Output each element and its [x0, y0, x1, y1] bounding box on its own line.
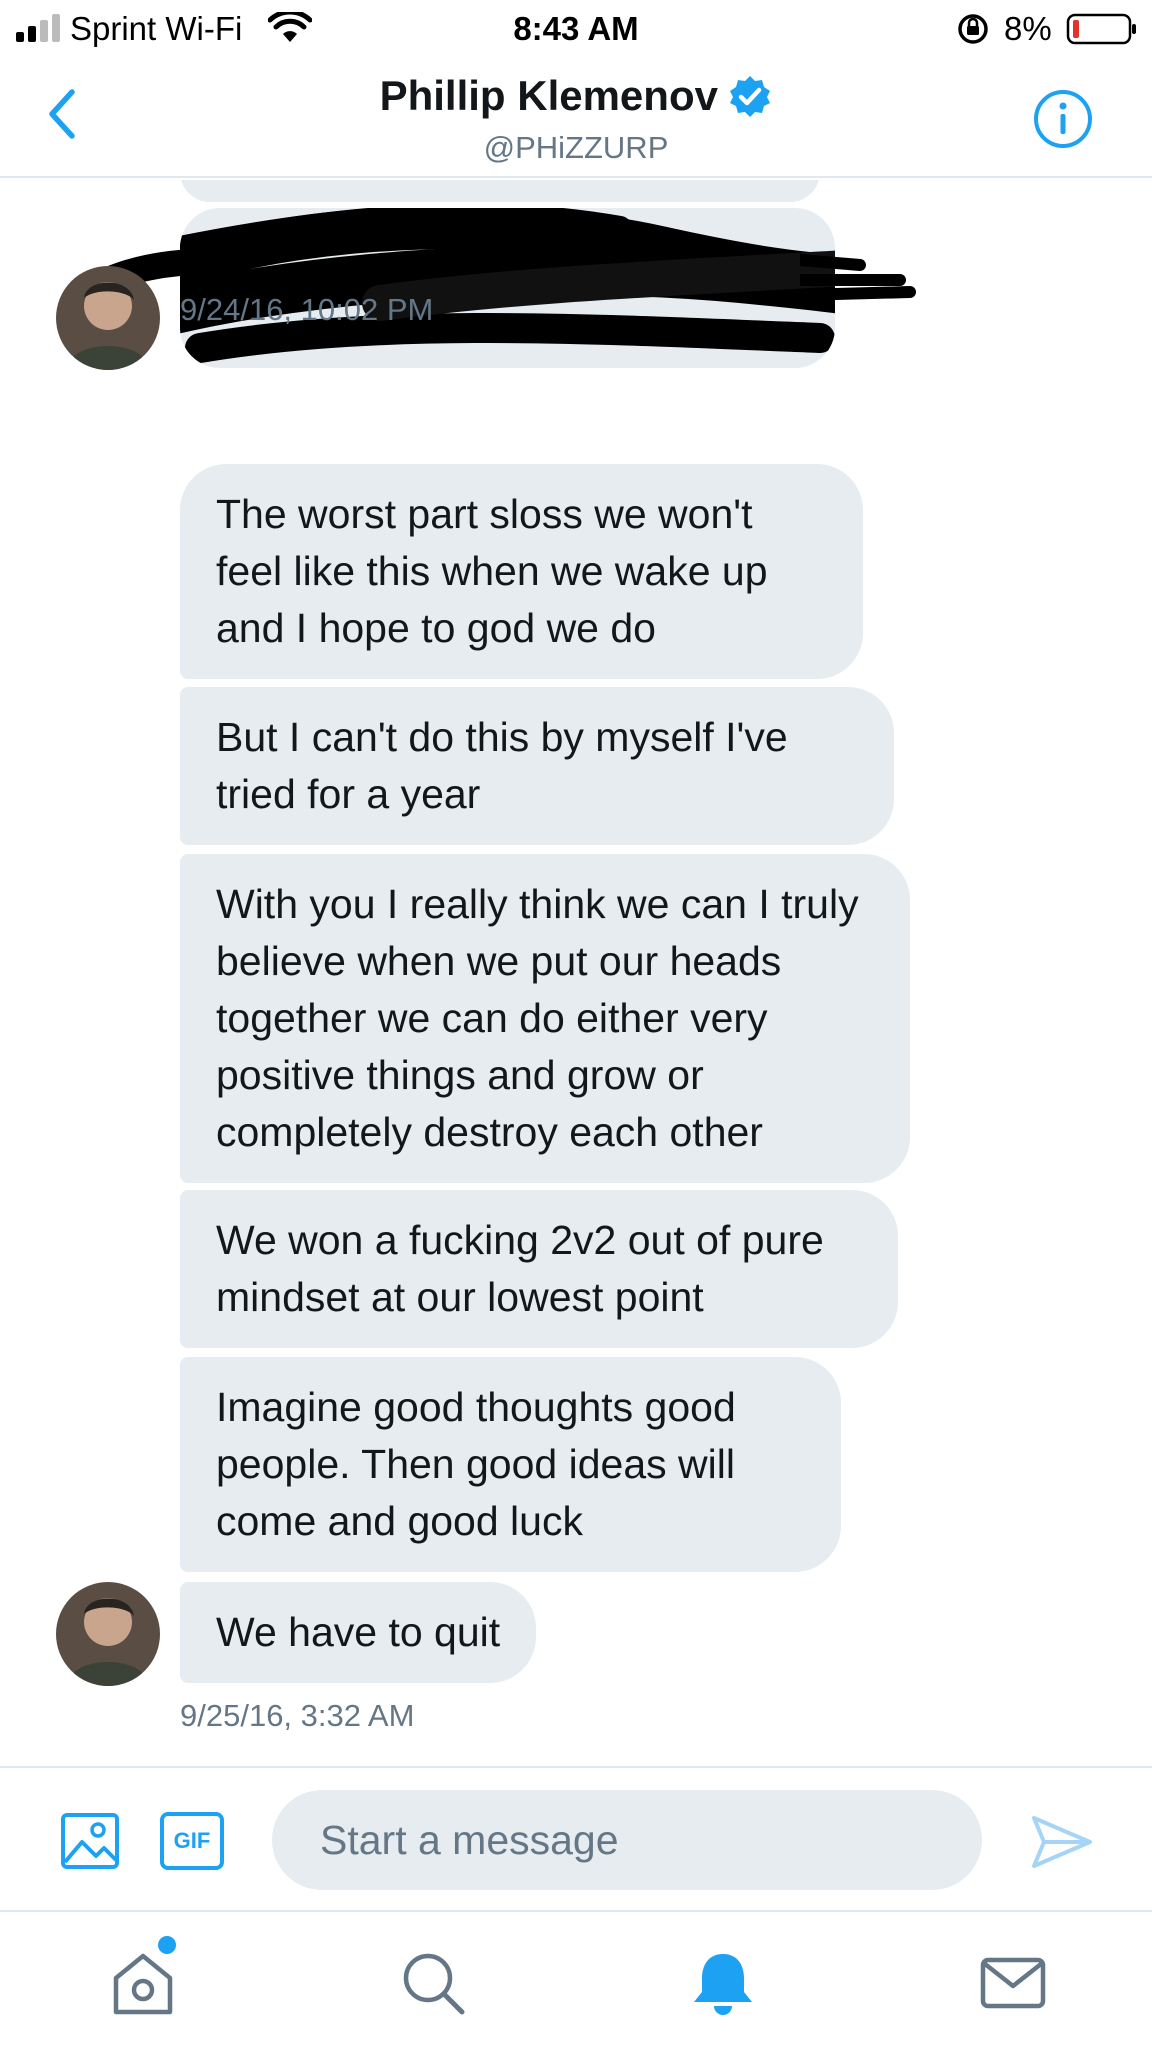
- home-icon[interactable]: [108, 1948, 178, 2018]
- message-thread[interactable]: 9/24/16, 10:02 PM The worst part sloss w…: [0, 180, 1152, 1768]
- contact-handle: @PHiZZURP: [483, 130, 669, 165]
- message-timestamp: 9/25/16, 3:32 AM: [180, 1698, 415, 1733]
- header-title: Phillip Klemenov: [0, 72, 1152, 120]
- message-bubble[interactable]: We won a fucking 2v2 out of pure mindset…: [180, 1190, 898, 1348]
- message-bubble[interactable]: We have to quit: [180, 1582, 537, 1683]
- notifications-icon[interactable]: [688, 1948, 758, 2018]
- message-bubble[interactable]: With you I really think we can I truly b…: [180, 854, 910, 1183]
- avatar[interactable]: [56, 266, 160, 370]
- message-input[interactable]: [272, 1790, 982, 1890]
- verified-badge-icon: [730, 76, 771, 117]
- battery-icon: [1066, 13, 1136, 45]
- search-icon[interactable]: [398, 1948, 468, 2018]
- battery-percent: 8%: [1004, 10, 1052, 47]
- message-bubble[interactable]: Imagine good thoughts good people. Then …: [180, 1357, 841, 1572]
- send-icon[interactable]: [1030, 1812, 1094, 1872]
- redaction-scribble-overflow-right: [800, 254, 916, 301]
- home-badge: [158, 1936, 176, 1954]
- info-icon[interactable]: [1032, 88, 1094, 150]
- conversation-header: Phillip Klemenov @PHiZZURP: [0, 58, 1152, 178]
- gif-button[interactable]: GIF: [160, 1812, 224, 1870]
- status-bar: Sprint Wi-Fi 8:43 AM 8%: [0, 0, 1152, 58]
- message-timestamp: 9/24/16, 10:02 PM: [180, 292, 434, 327]
- redacted-message-bubble[interactable]: [180, 208, 835, 368]
- contact-name: Phillip Klemenov: [379, 72, 718, 119]
- message-composer: GIF: [0, 1766, 1152, 1912]
- messages-icon[interactable]: [978, 1948, 1048, 2018]
- message-bubble[interactable]: But I can't do this by myself I've tried…: [180, 687, 894, 845]
- redaction-scribble: [180, 208, 835, 363]
- rotation-lock-icon: [958, 14, 988, 44]
- message-bubble[interactable]: The worst part sloss we won't feel like …: [180, 464, 863, 679]
- avatar[interactable]: [56, 1582, 160, 1686]
- message-bubble-partial[interactable]: [180, 180, 820, 202]
- photo-icon[interactable]: [60, 1812, 120, 1870]
- tab-bar: [0, 1912, 1152, 2048]
